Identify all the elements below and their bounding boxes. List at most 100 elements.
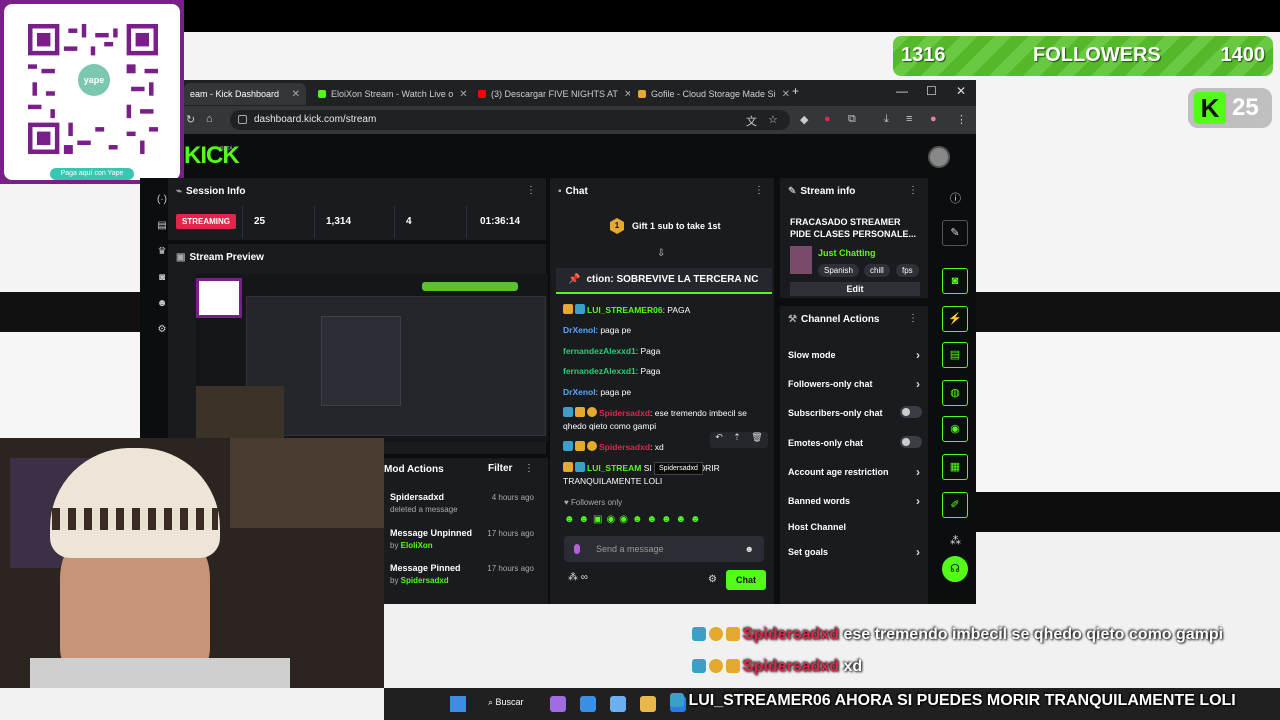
- file-explorer-icon[interactable]: [640, 696, 656, 712]
- info-icon[interactable]: ⓘ: [950, 190, 961, 206]
- pinned-message[interactable]: 📌 ction: SOBREVIVE LA TERCERA NC: [556, 268, 772, 294]
- window-close-icon[interactable]: ✕: [956, 84, 966, 98]
- media-icon[interactable]: ≡: [906, 113, 912, 125]
- bookmark-star-icon[interactable]: ☆: [768, 113, 778, 126]
- app-icon[interactable]: [610, 696, 626, 712]
- taskbar-search[interactable]: ⌕ Buscar: [488, 697, 524, 708]
- puzzle-icon[interactable]: ⧉: [848, 113, 856, 126]
- menu-dots-icon[interactable]: ⋮: [956, 113, 967, 126]
- document-icon[interactable]: ▤: [942, 342, 968, 368]
- delete-icon[interactable]: 🗑: [751, 432, 762, 448]
- translate-icon[interactable]: 文: [746, 113, 757, 129]
- sub-badge-icon: [670, 693, 684, 707]
- message-tools: ↶ ⇡ 🗑: [710, 432, 768, 448]
- filter-button[interactable]: Filter: [488, 463, 512, 474]
- minimize-icon[interactable]: —: [896, 84, 908, 98]
- host-channel-item[interactable]: Host Channel: [788, 522, 924, 532]
- subscribers-only-toggle[interactable]: [900, 406, 922, 418]
- edit-icon[interactable]: ✎: [942, 220, 968, 246]
- mic-icon[interactable]: [574, 544, 580, 554]
- windows-start-icon[interactable]: [450, 696, 466, 712]
- profile-icon[interactable]: ●: [930, 113, 937, 125]
- close-icon[interactable]: ✕: [453, 89, 467, 100]
- mod-action-by[interactable]: EloliXon: [401, 541, 433, 550]
- mod-action-title: Message Unpinned: [390, 528, 473, 538]
- broadcast-icon[interactable]: ◉: [942, 416, 968, 442]
- close-icon[interactable]: ✕: [618, 89, 630, 100]
- chat-username[interactable]: Spidersadxd: [599, 442, 650, 452]
- mod-action-item[interactable]: Spidersadxd deleted a message: [390, 492, 458, 514]
- kebab-menu-icon[interactable]: ⋮: [908, 313, 918, 324]
- copilot-icon[interactable]: [550, 696, 566, 712]
- chat-text: : Paga: [635, 366, 661, 376]
- tab-gofile[interactable]: Gofile - Cloud Storage Made Si ✕: [632, 83, 790, 105]
- chat-message[interactable]: Spidersadxd: ese tremendo imbecil se qhe…: [563, 407, 763, 433]
- followers-only-item[interactable]: Followers-only chat ›: [788, 377, 924, 391]
- avatar[interactable]: [928, 146, 950, 168]
- chat-username[interactable]: DrXenol: [563, 387, 596, 397]
- extension-red-icon[interactable]: ●: [824, 113, 831, 125]
- wrench-icon[interactable]: ✐: [942, 492, 968, 518]
- kebab-menu-icon[interactable]: ⋮: [524, 463, 534, 474]
- chat-username[interactable]: Spidersadxd: [599, 408, 650, 418]
- tab-eloixon-stream[interactable]: EloiXon Stream - Watch Live o ✕: [312, 83, 470, 105]
- emoji-icon[interactable]: ☻: [745, 536, 754, 562]
- chat-message-input[interactable]: Send a message ☻: [564, 536, 764, 562]
- chevron-down-icon[interactable]: ⇩: [657, 248, 665, 259]
- set-goals-item[interactable]: Set goals ›: [788, 545, 924, 559]
- new-tab-icon[interactable]: +: [792, 84, 799, 98]
- users-icon[interactable]: ⁂: [568, 572, 578, 583]
- infinity-icon[interactable]: ∞: [581, 572, 588, 583]
- support-icon[interactable]: ☊: [942, 556, 968, 582]
- chat-message[interactable]: fernandezAlexxd1: Paga: [563, 365, 763, 378]
- share-icon[interactable]: ⁂: [950, 534, 961, 547]
- chat-username[interactable]: DrXenol: [563, 325, 596, 335]
- tab-kick-dashboard[interactable]: eam - Kick Dashboard ✕: [184, 83, 306, 105]
- chat-footer-icons: ⁂ ∞: [568, 572, 588, 583]
- layout-icon[interactable]: ▦: [942, 454, 968, 480]
- edit-button[interactable]: Edit: [790, 282, 920, 296]
- follower-count: 1,314: [326, 216, 352, 227]
- gift-sub-row[interactable]: 1 Gift 1 sub to take 1st: [610, 218, 721, 234]
- close-icon[interactable]: ✕: [286, 89, 300, 100]
- chat-username[interactable]: LUI_STREAM: [587, 463, 641, 473]
- camera-icon[interactable]: ◙: [942, 268, 968, 294]
- kebab-menu-icon[interactable]: ⋮: [908, 185, 918, 196]
- mod-action-item[interactable]: Message Unpinned by EloliXon: [390, 528, 472, 550]
- download-icon[interactable]: ⤓: [884, 113, 889, 126]
- slow-mode-item[interactable]: Slow mode ›: [788, 348, 924, 362]
- maximize-icon[interactable]: ☐: [926, 84, 937, 98]
- stream-preview-video[interactable]: [196, 274, 548, 442]
- mod-action-by[interactable]: Spidersadxd: [401, 576, 449, 585]
- stream-preview-panel: ▣ Stream Preview: [168, 244, 548, 454]
- kebab-menu-icon[interactable]: ⋮: [526, 185, 536, 196]
- extension-icon[interactable]: ◆: [800, 113, 808, 126]
- category-name[interactable]: Just Chatting: [818, 248, 876, 258]
- emote-row[interactable]: ☻☻▣◉◉☻☻☻☻☻: [564, 514, 705, 525]
- reply-icon[interactable]: ↶: [715, 432, 723, 448]
- chat-message[interactable]: DrXenol: paga pe: [563, 386, 763, 399]
- kebab-menu-icon[interactable]: ⋮: [754, 185, 764, 196]
- account-age-item[interactable]: Account age restriction ›: [788, 465, 924, 479]
- chat-message[interactable]: fernandezAlexxd1: Paga: [563, 345, 763, 358]
- app-icon[interactable]: [580, 696, 596, 712]
- site-info-icon[interactable]: [238, 115, 247, 124]
- chat-username[interactable]: LUI_STREAMER06: [587, 305, 663, 315]
- settings-icon[interactable]: ⚙: [708, 574, 717, 585]
- tab-youtube[interactable]: (3) Descargar FIVE NIGHTS AT ✕: [472, 83, 630, 105]
- chat-username[interactable]: fernandezAlexxd1: [563, 366, 636, 376]
- mod-action-item[interactable]: Message Pinned by Spidersadxd: [390, 563, 461, 585]
- lightning-icon[interactable]: ⚡: [942, 306, 968, 332]
- chat-message[interactable]: DrXenol: paga pe: [563, 324, 763, 337]
- send-chat-button[interactable]: Chat: [726, 570, 766, 590]
- chat-bubble-icon[interactable]: ◍: [942, 380, 968, 406]
- chat-username[interactable]: fernandezAlexxd1: [563, 346, 636, 356]
- reload-icon[interactable]: ↻: [186, 113, 195, 126]
- emotes-only-toggle[interactable]: [900, 436, 922, 448]
- url-field[interactable]: dashboard.kick.com/stream: [230, 110, 790, 130]
- close-icon[interactable]: ✕: [776, 89, 790, 100]
- banned-words-item[interactable]: Banned words ›: [788, 494, 924, 508]
- home-icon[interactable]: ⌂: [206, 113, 213, 125]
- pin-icon[interactable]: ⇡: [733, 432, 741, 448]
- chat-message[interactable]: LUI_STREAMER06: PAGA: [563, 304, 763, 317]
